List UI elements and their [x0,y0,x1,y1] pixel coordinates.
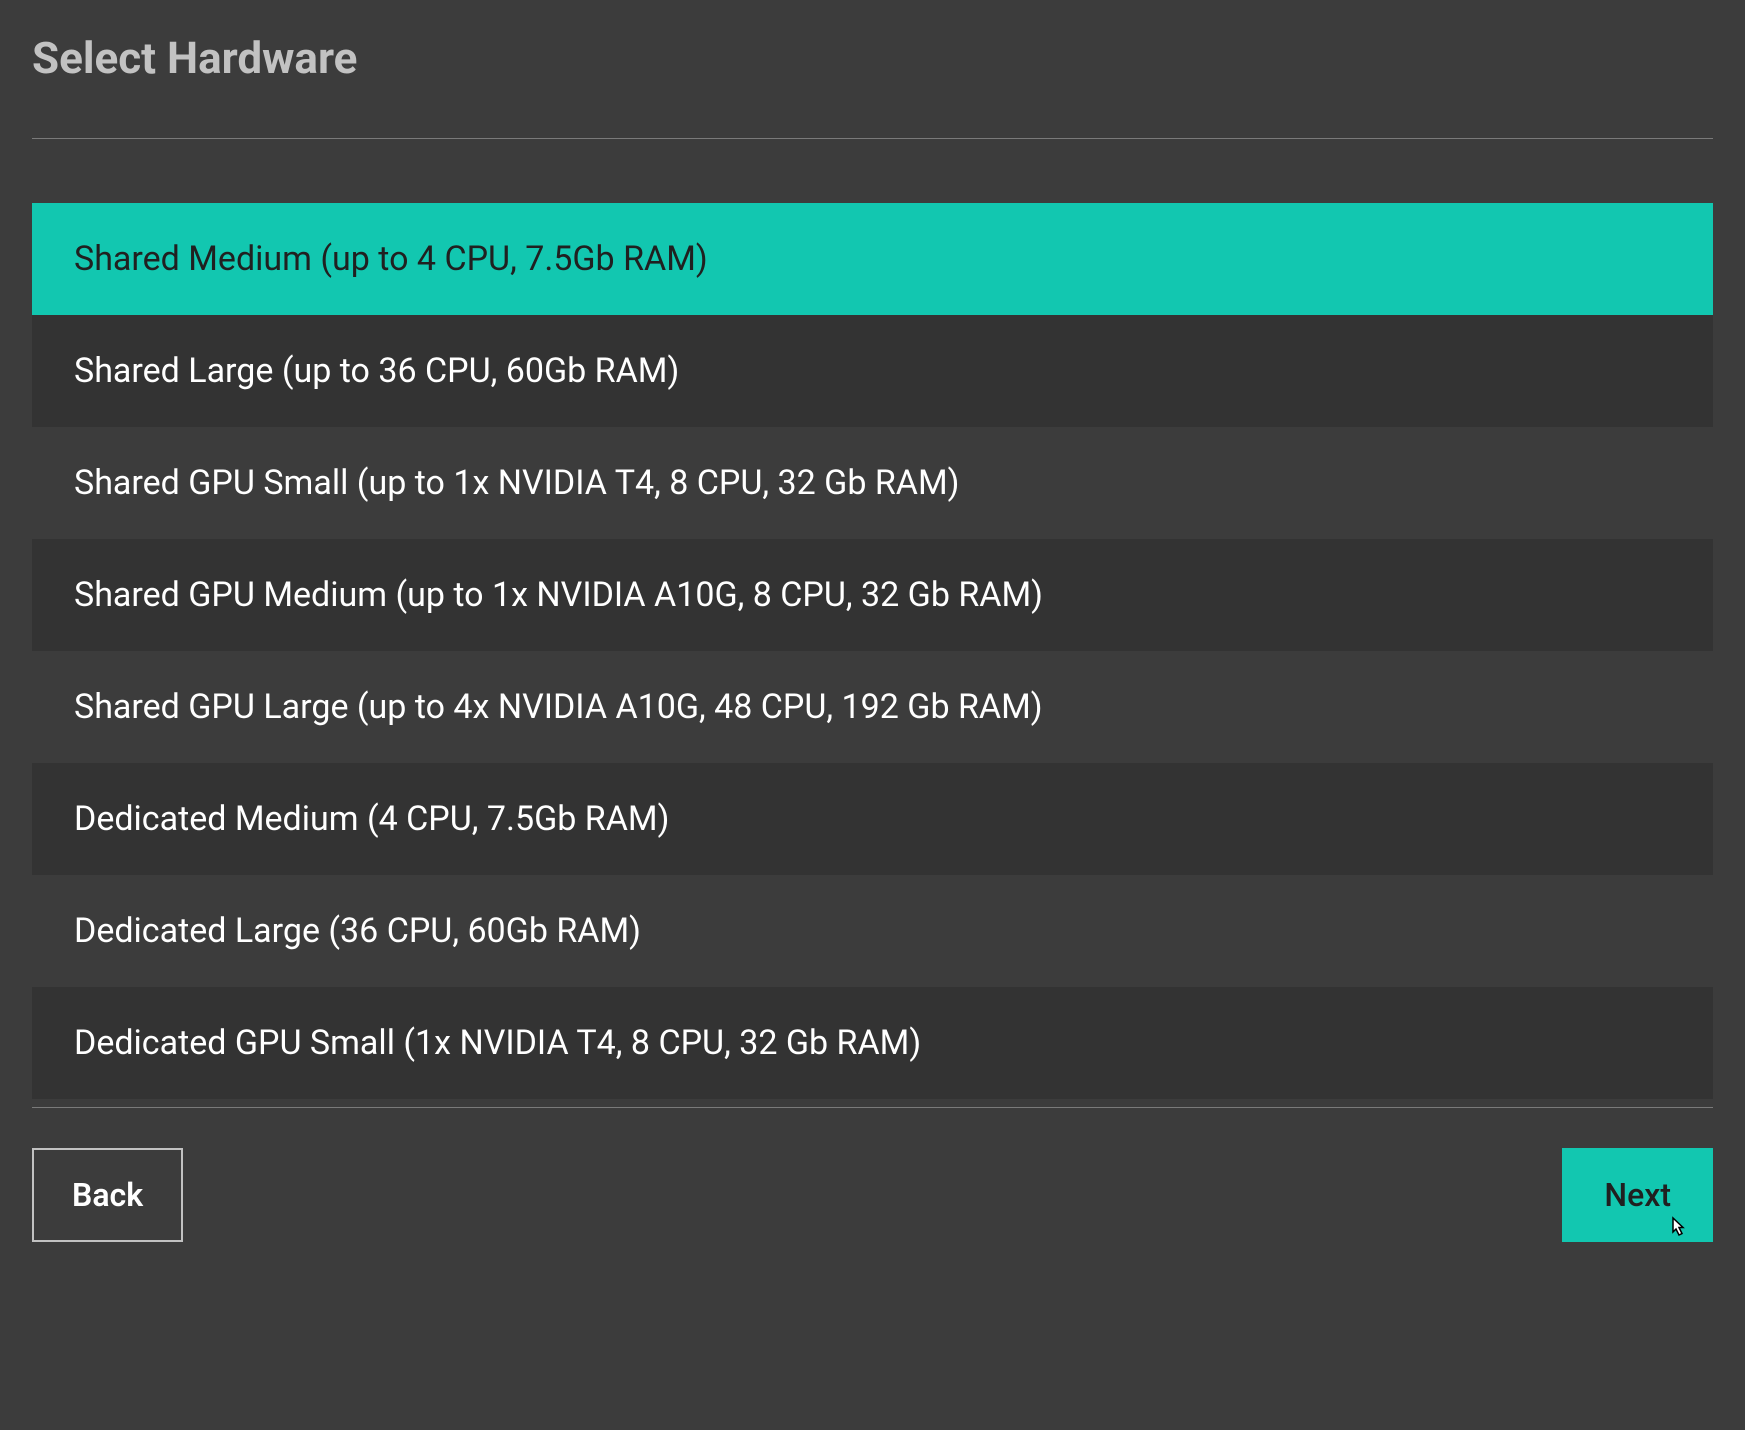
hardware-option-dedicated-gpu-small[interactable]: Dedicated GPU Small (1x NVIDIA T4, 8 CPU… [32,987,1713,1099]
hardware-option-dedicated-medium[interactable]: Dedicated Medium (4 CPU, 7.5Gb RAM) [32,763,1713,875]
option-label: Dedicated GPU Small (1x NVIDIA T4, 8 CPU… [74,1023,921,1063]
hardware-option-list: Shared Medium (up to 4 CPU, 7.5Gb RAM) S… [32,203,1713,1099]
option-label: Dedicated Large (36 CPU, 60Gb RAM) [74,911,641,951]
option-label: Shared GPU Small (up to 1x NVIDIA T4, 8 … [74,463,960,503]
hardware-option-shared-gpu-large[interactable]: Shared GPU Large (up to 4x NVIDIA A10G, … [32,651,1713,763]
hardware-option-shared-large[interactable]: Shared Large (up to 36 CPU, 60Gb RAM) [32,315,1713,427]
next-button[interactable]: Next [1562,1148,1713,1242]
hardware-option-shared-gpu-small[interactable]: Shared GPU Small (up to 1x NVIDIA T4, 8 … [32,427,1713,539]
hardware-option-dedicated-large[interactable]: Dedicated Large (36 CPU, 60Gb RAM) [32,875,1713,987]
option-label: Shared GPU Medium (up to 1x NVIDIA A10G,… [74,575,1043,615]
footer-divider [32,1107,1713,1108]
hardware-option-shared-medium[interactable]: Shared Medium (up to 4 CPU, 7.5Gb RAM) [32,203,1713,315]
back-button[interactable]: Back [32,1148,183,1242]
hardware-option-shared-gpu-medium[interactable]: Shared GPU Medium (up to 1x NVIDIA A10G,… [32,539,1713,651]
button-row: Back Next [32,1148,1713,1242]
option-label: Shared GPU Large (up to 4x NVIDIA A10G, … [74,687,1043,727]
option-label: Shared Large (up to 36 CPU, 60Gb RAM) [74,351,679,391]
option-label: Shared Medium (up to 4 CPU, 7.5Gb RAM) [74,239,708,279]
page-title: Select Hardware [32,32,1713,84]
option-label: Dedicated Medium (4 CPU, 7.5Gb RAM) [74,799,669,839]
header-divider [32,138,1713,139]
